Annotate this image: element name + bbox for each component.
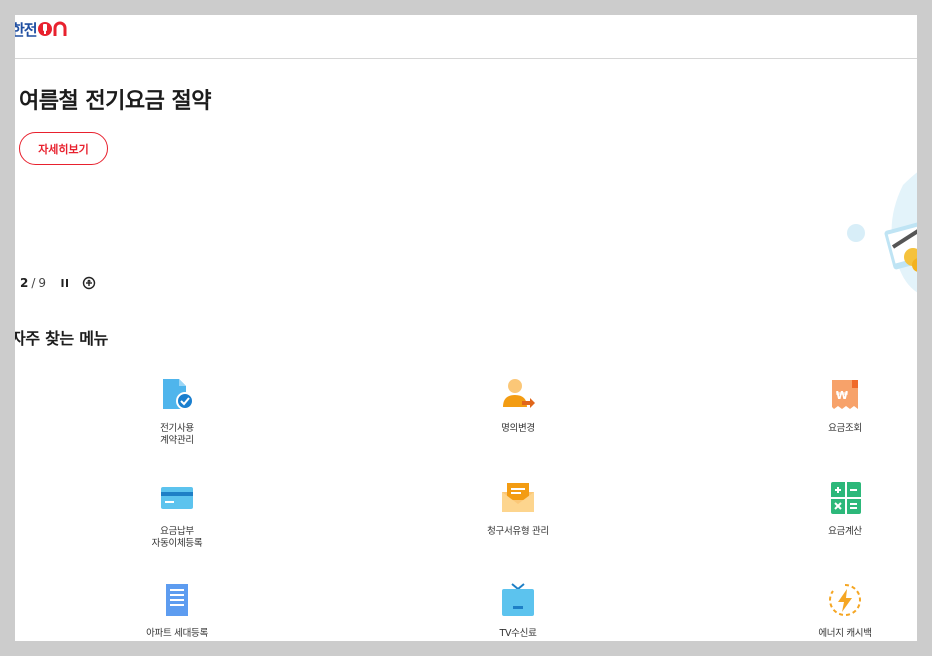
menu-item-label: TV수신료 xyxy=(499,628,537,639)
calculator-icon xyxy=(831,482,861,514)
menu-item-contract[interactable]: 전기사용 계약관리 xyxy=(107,377,247,447)
menu-item-energy-cashback[interactable]: 에너지 캐시백 xyxy=(775,582,915,640)
page: 한전 여름철 전기요금 절약 자세히보기 2 / 9 자주 찾는 메뉴 전기사용… xyxy=(15,15,917,641)
menu-item-apartment-registration[interactable]: 아파트 세대등록 xyxy=(107,582,247,640)
apartment-icon xyxy=(166,584,188,616)
credit-card-icon xyxy=(161,487,193,509)
logo-kepco-text: 한전 xyxy=(15,20,38,39)
plus-circle-icon xyxy=(82,276,96,290)
tv-icon xyxy=(502,583,534,616)
pause-icon xyxy=(61,279,69,287)
menu-item-bill-type[interactable]: 청구서유형 관리 xyxy=(448,480,588,538)
menu-item-tv-fee[interactable]: TV수신료 xyxy=(448,582,588,640)
menu-item-bill-inquiry[interactable]: ₩ 요금조회 xyxy=(775,377,915,435)
document-check-icon xyxy=(163,379,194,410)
expand-button[interactable] xyxy=(82,276,96,290)
header-divider xyxy=(15,58,917,59)
menu-item-label: 청구서유형 관리 xyxy=(487,526,549,537)
pager-total: 9 xyxy=(38,276,47,290)
pager-separator: / xyxy=(31,276,36,290)
menu-item-label: 요금조회 xyxy=(828,423,862,434)
hero-title: 여름철 전기요금 절약 xyxy=(19,89,211,114)
person-change-icon xyxy=(503,379,535,408)
slide-pager: 2 / 9 xyxy=(20,276,96,290)
svg-text:₩: ₩ xyxy=(836,389,848,402)
menu-item-auto-payment[interactable]: 요금납부 자동이체등록 xyxy=(107,480,247,550)
pager-current: 2 xyxy=(20,276,29,290)
hero-illustration xyxy=(847,172,917,293)
energy-cashback-icon xyxy=(829,584,861,616)
menu-item-label: 에너지 캐시백 xyxy=(818,628,872,639)
kepco-on-logo[interactable]: 한전 xyxy=(15,19,81,39)
menu-item-bill-calculation[interactable]: 요금계산 xyxy=(775,480,915,538)
logo-on-icon xyxy=(37,21,67,36)
envelope-bill-icon xyxy=(502,483,534,512)
menu-item-name-change[interactable]: 명의변경 xyxy=(448,377,588,435)
receipt-won-icon: ₩ xyxy=(832,380,858,409)
frequent-menu-title: 자주 찾는 메뉴 xyxy=(15,329,109,348)
pause-button[interactable] xyxy=(60,277,70,289)
menu-item-label: 아파트 세대등록 xyxy=(146,628,208,639)
menu-item-label: 요금계산 xyxy=(828,526,862,537)
detail-button[interactable]: 자세히보기 xyxy=(19,132,108,165)
menu-item-label: 요금납부 자동이체등록 xyxy=(151,526,203,549)
menu-item-label: 전기사용 계약관리 xyxy=(160,423,194,446)
menu-item-label: 명의변경 xyxy=(501,423,535,434)
